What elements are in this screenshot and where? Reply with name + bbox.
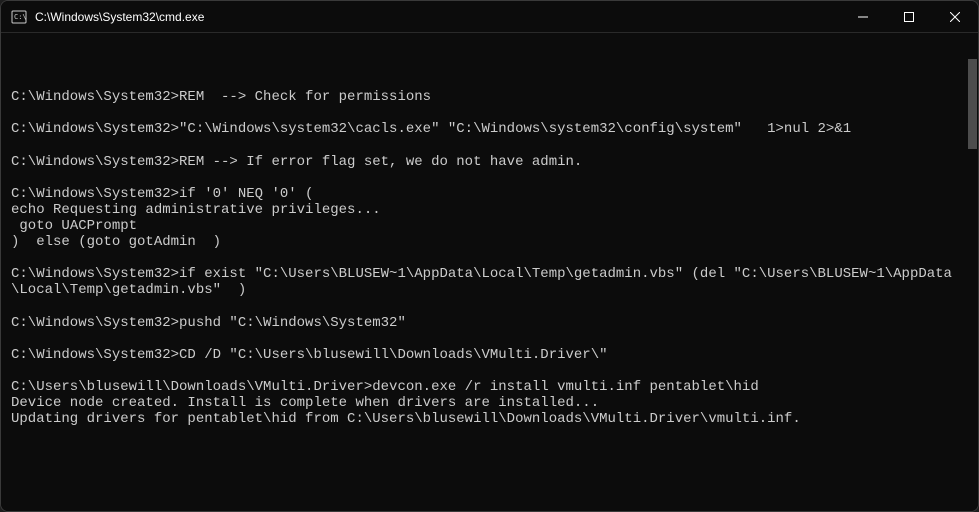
cmd-window: C:\ C:\Windows\System32\cmd.exe bbox=[0, 0, 979, 512]
maximize-icon bbox=[904, 12, 914, 22]
scrollbar-thumb[interactable] bbox=[968, 59, 977, 149]
window-title: C:\Windows\System32\cmd.exe bbox=[35, 10, 204, 24]
close-button[interactable] bbox=[932, 1, 978, 32]
window-controls bbox=[840, 1, 978, 32]
terminal-body[interactable]: C:\Windows\System32>REM --> Check for pe… bbox=[1, 33, 978, 511]
scrollbar[interactable] bbox=[967, 33, 977, 511]
terminal-output: C:\Windows\System32>REM --> Check for pe… bbox=[11, 73, 968, 427]
close-icon bbox=[950, 12, 960, 22]
titlebar[interactable]: C:\ C:\Windows\System32\cmd.exe bbox=[1, 1, 978, 33]
maximize-button[interactable] bbox=[886, 1, 932, 32]
minimize-button[interactable] bbox=[840, 1, 886, 32]
minimize-icon bbox=[858, 12, 868, 22]
titlebar-left: C:\ C:\Windows\System32\cmd.exe bbox=[11, 9, 204, 25]
svg-text:C:\: C:\ bbox=[14, 13, 27, 21]
cmd-icon: C:\ bbox=[11, 9, 27, 25]
